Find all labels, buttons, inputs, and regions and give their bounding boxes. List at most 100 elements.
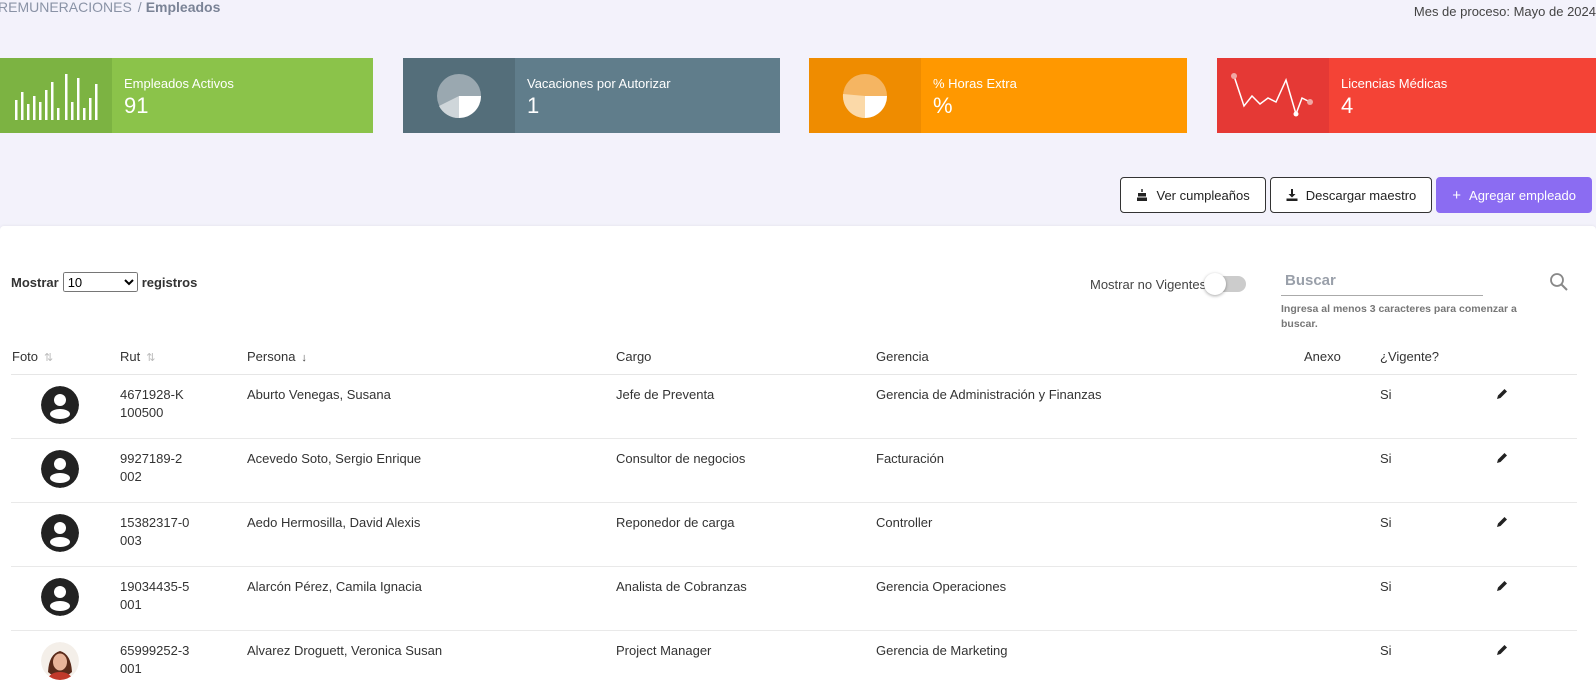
gerencia-cell: Gerencia Operaciones: [875, 566, 1303, 631]
person-cell: Acevedo Soto, Sergio Enrique: [246, 438, 615, 503]
anexo-cell: [1303, 566, 1379, 631]
cargo-cell: Analista de Cobranzas: [615, 566, 875, 631]
column-header-label: Persona: [247, 349, 296, 365]
process-month: Mes de proceso: Mayo de 2024: [1413, 4, 1596, 19]
stat-label: Vacaciones por Autorizar: [527, 76, 671, 91]
column-header-label: Gerencia: [876, 349, 929, 365]
show-inactive-control: Mostrar no Vigentes: [1090, 273, 1247, 295]
photo-cell: [11, 374, 119, 439]
pencil-icon[interactable]: [1497, 516, 1508, 527]
show-inactive-label: Mostrar no Vigentes: [1090, 276, 1207, 292]
search-input[interactable]: [1281, 272, 1483, 296]
default-avatar-icon: [41, 385, 79, 424]
stat-value: 91: [124, 93, 149, 118]
person-cell: Aburto Venegas, Susana: [246, 374, 615, 439]
search-icon[interactable]: [1549, 272, 1569, 292]
stat-card-vacations[interactable]: Vacaciones por Autorizar 1: [403, 58, 780, 133]
sort-icon: ⇅: [146, 352, 156, 365]
table-row[interactable]: 4671928-K 100500 Aburto Venegas, Susana J…: [11, 374, 1577, 439]
download-master-button[interactable]: Descargar maestro: [1269, 177, 1433, 213]
search-area: Ingresa al menos 3 caracteres para comen…: [1281, 272, 1573, 332]
page-length-select[interactable]: 10: [62, 272, 138, 292]
sort-icon: ⇅: [44, 352, 54, 365]
column-header-cargo[interactable]: Cargo: [615, 340, 875, 375]
pencil-icon[interactable]: [1497, 452, 1508, 463]
pie-chart-icon: [403, 58, 515, 133]
pencil-icon[interactable]: [1497, 580, 1508, 591]
cake-icon: [1137, 189, 1148, 201]
default-avatar-icon: [41, 513, 79, 552]
top-bar: REMUNERACIONES / Empleados Mes de proceso:…: [0, 0, 1596, 24]
person-cell: Alvarez Droguett, Veronica Susan: [246, 630, 615, 694]
birthdays-button[interactable]: Ver cumpleaños: [1120, 177, 1266, 213]
code-value: 002: [120, 468, 142, 484]
add-employee-button[interactable]: + Agregar empleado: [1436, 177, 1592, 213]
gerencia-cell: Gerencia de Administración y Finanzas: [875, 374, 1303, 439]
show-inactive-toggle[interactable]: [1204, 273, 1247, 295]
actions-cell: [1496, 502, 1577, 567]
stat-label: % Horas Extra: [933, 76, 1017, 91]
table-row[interactable]: 65999252-3 001 Alvarez Droguett, Veronica…: [11, 630, 1577, 694]
vigente-cell: Si: [1379, 438, 1496, 503]
column-header-label: Foto: [12, 349, 39, 365]
breadcrumb-current: Empleados: [145, 0, 221, 15]
column-header-persona[interactable]: Persona ↓: [246, 340, 615, 375]
table-row[interactable]: 15382317-0 003 Aedo Hermosilla, David Ale…: [11, 502, 1577, 567]
actions-cell: [1496, 630, 1577, 694]
breadcrumb: REMUNERACIONES / Empleados: [0, 0, 220, 15]
stat-card-overtime[interactable]: % Horas Extra %: [809, 58, 1187, 133]
photo-cell: [11, 566, 119, 631]
rut-cell: 65999252-3 001: [119, 630, 246, 694]
rut-cell: 19034435-5 001: [119, 566, 246, 631]
anexo-cell: [1303, 502, 1379, 567]
birthdays-button-label: Ver cumpleaños: [1156, 187, 1250, 203]
column-header-anexo[interactable]: Anexo: [1303, 340, 1379, 375]
pencil-icon[interactable]: [1497, 388, 1508, 399]
column-header-rut[interactable]: Rut ⇅: [119, 340, 246, 375]
default-avatar-icon: [41, 577, 79, 616]
table-row[interactable]: 9927189-2 002 Acevedo Soto, Sergio Enriqu…: [11, 438, 1577, 503]
column-header-foto[interactable]: Foto ⇅: [11, 340, 119, 375]
stat-card-active-employees[interactable]: Empleados Activos 91: [0, 58, 373, 133]
column-header-actions: [1496, 340, 1577, 375]
cargo-cell: Jefe de Preventa: [615, 374, 875, 439]
breadcrumb-separator: /: [137, 0, 142, 15]
line-chart-icon: [1217, 58, 1329, 133]
photo-cell: [11, 502, 119, 567]
default-avatar-icon: [41, 449, 79, 488]
vigente-cell: Si: [1379, 374, 1496, 439]
bar-chart-icon: [0, 58, 112, 133]
anexo-cell: [1303, 374, 1379, 439]
stat-label: Licencias Médicas: [1341, 76, 1448, 91]
rut-value: 9927189-2: [120, 450, 183, 466]
photo-cell: [11, 438, 119, 503]
gerencia-cell: Controller: [875, 502, 1303, 567]
page-length-control: Mostrar 10 registros: [11, 272, 197, 292]
person-cell: Aedo Hermosilla, David Alexis: [246, 502, 615, 567]
breadcrumb-parent[interactable]: REMUNERACIONES: [0, 0, 132, 15]
page-length-suffix: registros: [141, 274, 198, 290]
table-row[interactable]: 19034435-5 001 Alarcón Pérez, Camila Igna…: [11, 566, 1577, 631]
rut-value: 4671928-K: [120, 386, 184, 402]
toggle-knob: [1204, 273, 1227, 295]
rut-cell: 15382317-0 003: [119, 502, 246, 567]
rut-cell: 9927189-2 002: [119, 438, 246, 503]
photo-cell: [11, 630, 119, 694]
anexo-cell: [1303, 630, 1379, 694]
stat-card-medical-leaves[interactable]: Licencias Médicas 4: [1217, 58, 1596, 133]
actions-cell: [1496, 438, 1577, 503]
rut-value: 15382317-0: [120, 514, 190, 530]
code-value: 003: [120, 532, 142, 548]
stat-value: 4: [1341, 93, 1354, 118]
column-header-vigente[interactable]: ¿Vigente?: [1379, 340, 1496, 375]
page-length-prefix: Mostrar: [11, 274, 59, 290]
add-employee-button-label: Agregar empleado: [1469, 187, 1576, 203]
user-photo: [41, 641, 79, 680]
vigente-cell: Si: [1379, 630, 1496, 694]
table-header-row: Foto ⇅ Rut ⇅ Persona ↓ Cargo Gerencia Anexo…: [11, 340, 1577, 375]
pencil-icon[interactable]: [1497, 644, 1508, 655]
plus-icon: +: [1452, 186, 1462, 204]
cargo-cell: Consultor de negocios: [615, 438, 875, 503]
vigente-cell: Si: [1379, 566, 1496, 631]
column-header-gerencia[interactable]: Gerencia: [875, 340, 1303, 375]
